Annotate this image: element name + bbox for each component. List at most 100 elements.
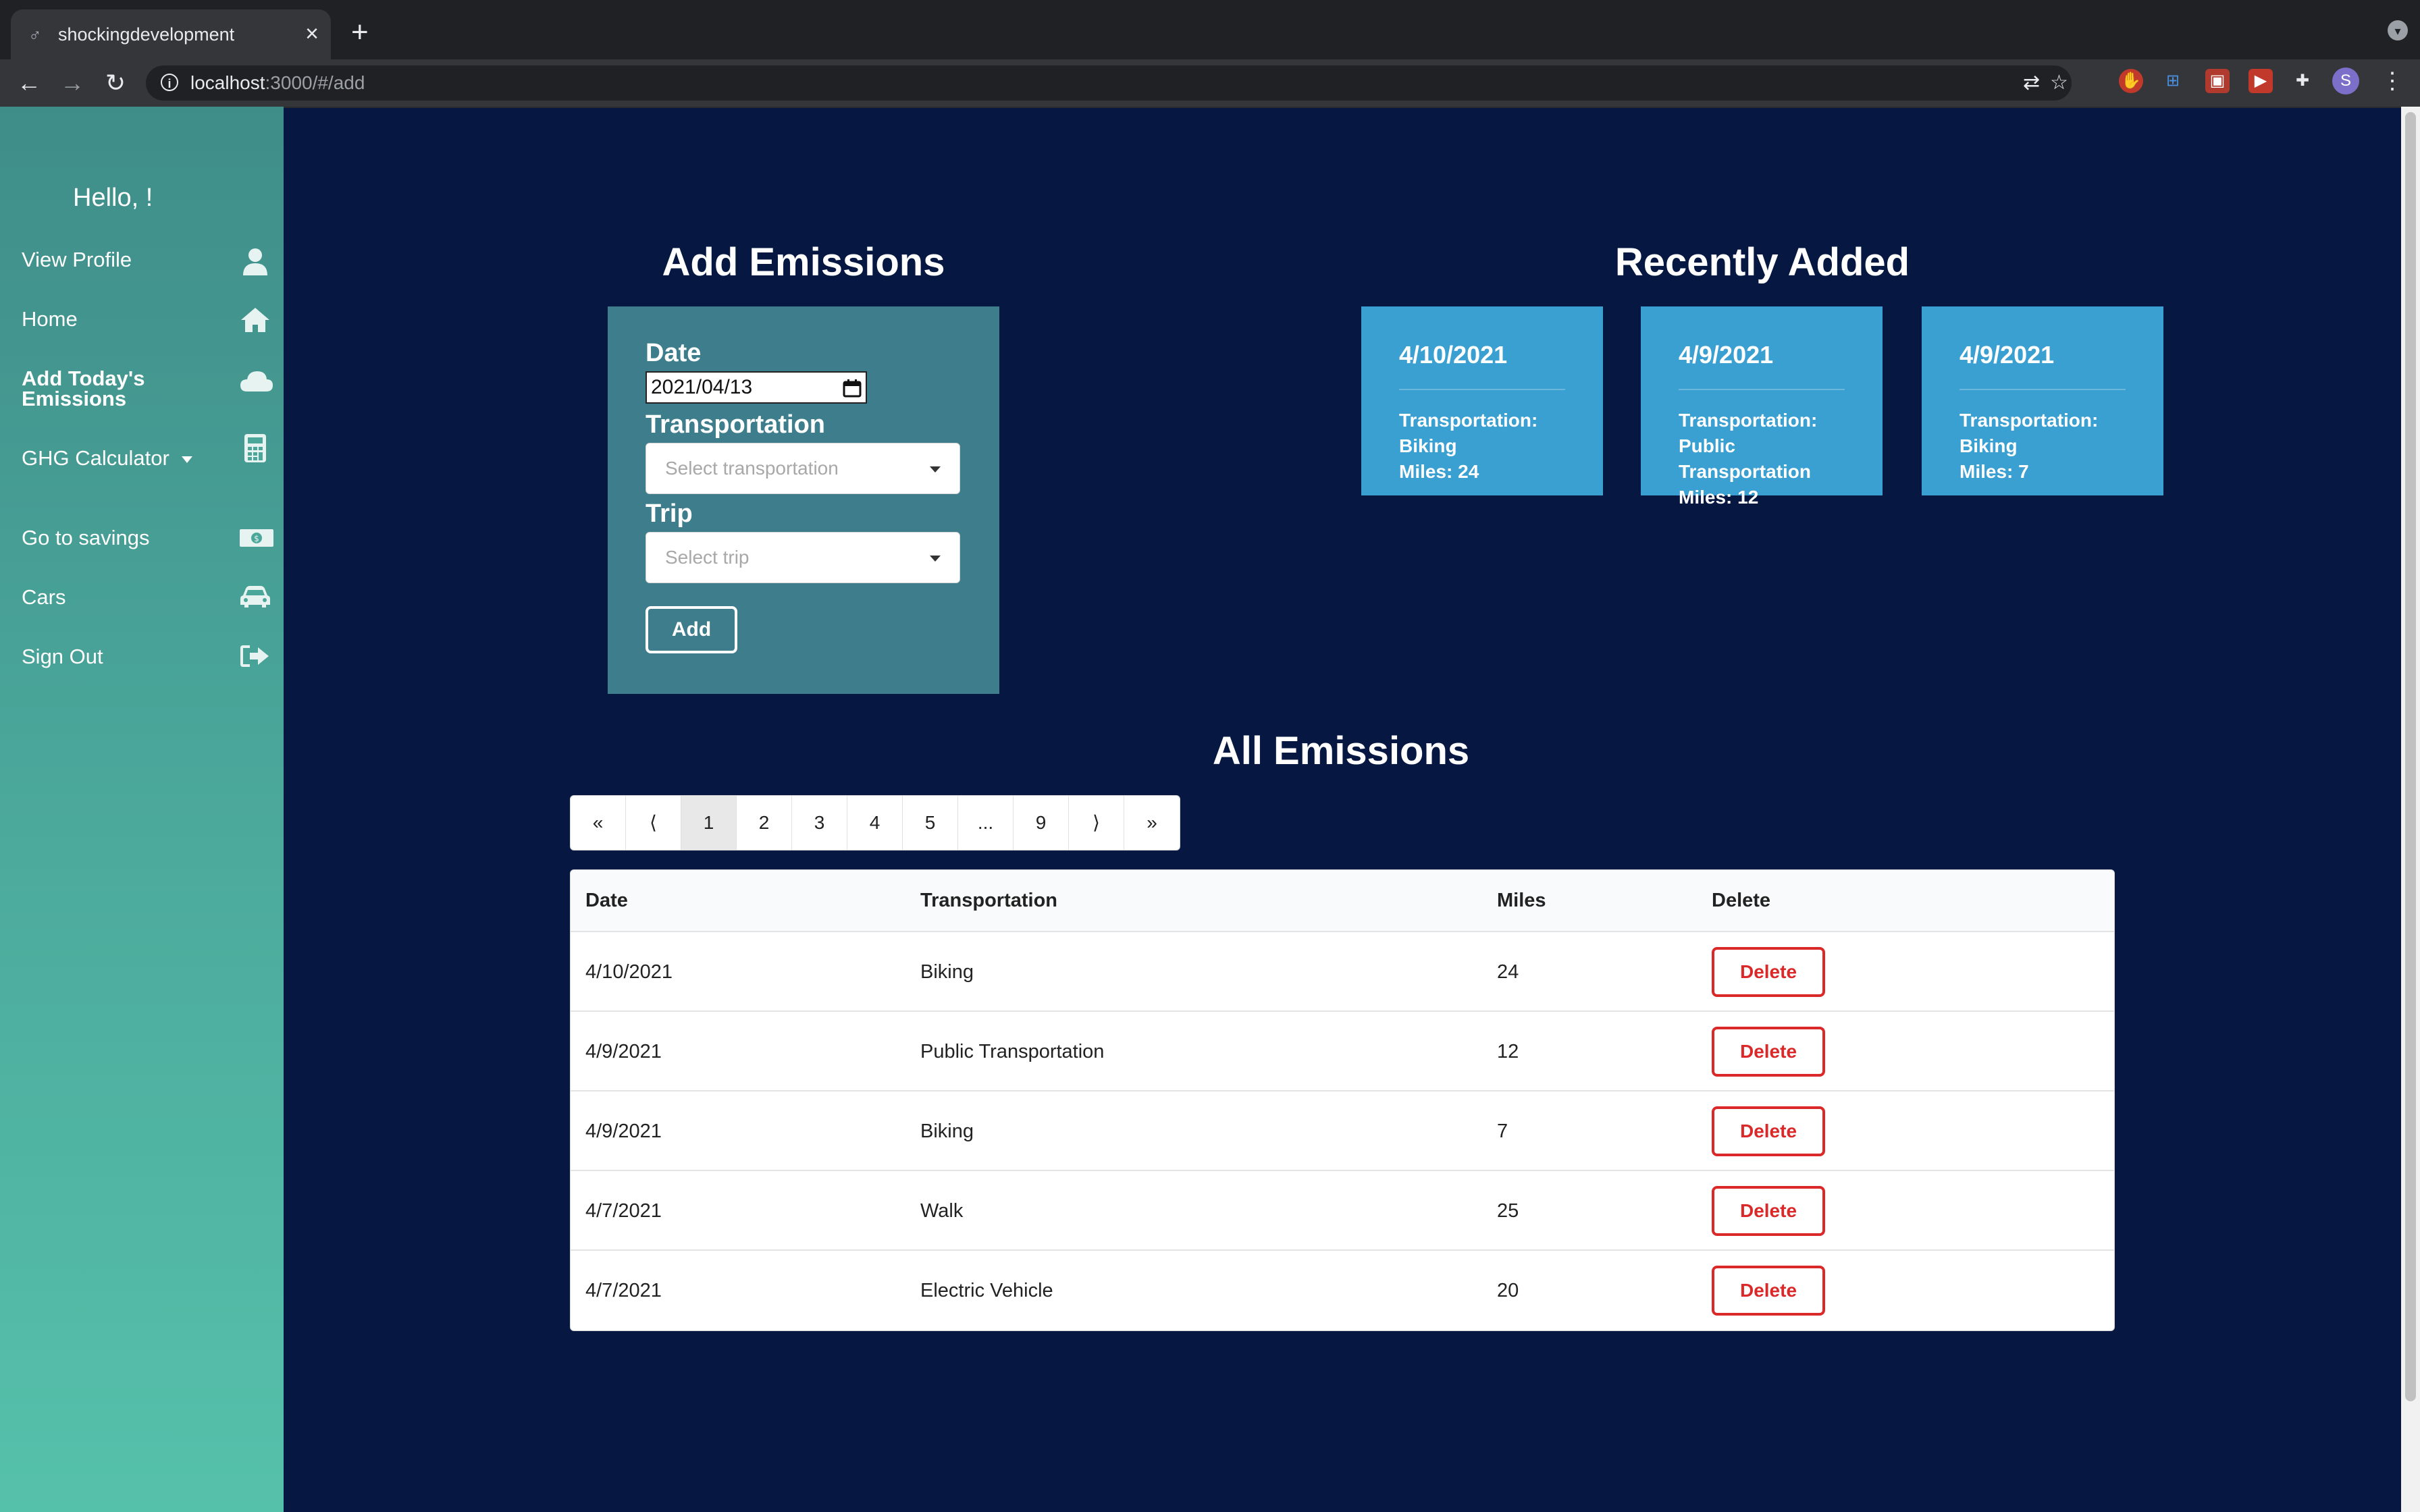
pagination-first[interactable]: «: [571, 796, 626, 850]
pagination-ellipsis: ...: [958, 796, 1014, 850]
url-text: localhost:3000/#/add: [190, 72, 365, 94]
pagination-page-2[interactable]: 2: [737, 796, 792, 850]
transportation-label: Transportation: [646, 410, 826, 439]
extension-photo-icon[interactable]: ▣: [2205, 69, 2230, 93]
row-miles: 7: [1497, 1120, 1508, 1142]
pagination-page-5[interactable]: 5: [903, 796, 958, 850]
delete-button[interactable]: Delete: [1712, 947, 1825, 997]
bookmark-star-icon[interactable]: ☆: [2050, 72, 2068, 94]
scrollbar-thumb[interactable]: [2405, 112, 2416, 1401]
all-emissions-heading: All Emissions: [1212, 729, 1470, 773]
delete-button[interactable]: Delete: [1712, 1186, 1825, 1236]
close-tab-icon[interactable]: ×: [305, 20, 319, 47]
pagination-last[interactable]: »: [1124, 796, 1180, 850]
date-value: 2021/04/13: [651, 376, 753, 398]
row-transportation: Biking: [920, 1120, 974, 1142]
column-header-transportation: Transportation: [920, 890, 1058, 911]
recent-card-body: Transportation: Biking Miles: 7: [1959, 408, 2128, 485]
recent-card-date: 4/9/2021: [1959, 341, 2055, 369]
extensions-puzzle-icon[interactable]: ✚: [2290, 69, 2315, 93]
recent-card-transportation-label: Transportation:: [1959, 410, 2099, 431]
trip-label: Trip: [646, 500, 693, 528]
sidebar-item-sign-out[interactable]: Sign Out: [22, 645, 271, 668]
divider: [1399, 389, 1565, 390]
page-scrollbar[interactable]: [2401, 107, 2420, 1512]
transportation-select[interactable]: Select transportation: [646, 443, 960, 494]
pagination-page-3[interactable]: 3: [792, 796, 847, 850]
profile-avatar[interactable]: S: [2332, 68, 2359, 94]
sidebar-item-label: Sign Out: [22, 645, 103, 668]
tab-search-icon[interactable]: ▾: [2388, 20, 2408, 40]
recent-card-miles: Miles: 24: [1399, 461, 1479, 482]
extension-adblock-icon[interactable]: ✋: [2119, 69, 2143, 93]
recent-card: 4/9/2021 Transportation: Public Transpor…: [1641, 306, 1883, 508]
svg-text:$: $: [254, 534, 259, 543]
pagination-next[interactable]: ⟩: [1069, 796, 1124, 850]
greeting: Hello, !: [73, 184, 153, 212]
row-miles: 20: [1497, 1280, 1519, 1301]
date-label: Date: [646, 339, 702, 367]
calendar-icon[interactable]: [843, 373, 862, 406]
recently-added-heading: Recently Added: [1614, 240, 1910, 284]
back-icon[interactable]: ←: [14, 68, 45, 99]
pagination-prev[interactable]: ⟨: [626, 796, 681, 850]
address-bar[interactable]: i localhost:3000/#/add ⇄ ☆: [146, 65, 2072, 101]
recent-card-date: 4/10/2021: [1399, 341, 1508, 369]
row-transportation: Biking: [920, 961, 974, 983]
recent-card-date: 4/9/2021: [1679, 341, 1774, 369]
recent-card: 4/9/2021 Transportation: Biking Miles: 7: [1922, 306, 2163, 495]
browser-menu-icon[interactable]: ⋮: [2381, 66, 2404, 96]
row-transportation: Walk: [920, 1200, 964, 1222]
chevron-down-icon: [930, 466, 941, 473]
recent-card-transportation: Biking: [1399, 435, 1457, 456]
date-input[interactable]: 2021/04/13: [646, 371, 867, 404]
pagination-page-1[interactable]: 1: [681, 796, 737, 850]
sidebar-item-add-emissions[interactable]: Add Today's Emissions: [22, 368, 273, 410]
divider: [1959, 389, 2126, 390]
url-host: localhost: [190, 72, 265, 93]
new-tab-button[interactable]: +: [351, 18, 369, 47]
sidebar-item-view-profile[interactable]: View Profile: [22, 248, 271, 275]
delete-button[interactable]: Delete: [1712, 1266, 1825, 1316]
sidebar-item-cars[interactable]: Cars: [22, 586, 271, 609]
table-row: 4/7/2021 Walk 25 Delete: [571, 1171, 2114, 1251]
pagination: « ⟨ 1 2 3 4 5 ... 9 ⟩ »: [570, 795, 1180, 850]
reload-icon[interactable]: ↻: [100, 68, 131, 99]
recent-card-transportation: Public Transportation: [1679, 435, 1812, 482]
column-header-miles: Miles: [1497, 890, 1546, 911]
recent-card: 4/10/2021 Transportation: Biking Miles: …: [1361, 306, 1603, 495]
delete-button[interactable]: Delete: [1712, 1027, 1825, 1077]
row-date: 4/7/2021: [585, 1280, 662, 1301]
table-header: Date Transportation Miles Delete: [571, 870, 2114, 932]
trip-placeholder: Select trip: [665, 547, 749, 568]
trip-select[interactable]: Select trip: [646, 532, 960, 583]
sign-out-icon: [239, 644, 271, 672]
row-transportation: Electric Vehicle: [920, 1280, 1053, 1301]
divider: [1679, 389, 1845, 390]
row-date: 4/9/2021: [585, 1041, 662, 1062]
pagination-page-4[interactable]: 4: [847, 796, 903, 850]
sidebar-item-label: Cars: [22, 585, 66, 609]
recent-card-transportation: Biking: [1959, 435, 2018, 456]
sidebar: Hello, ! View Profile Home Add Today's E…: [0, 107, 284, 1512]
add-button[interactable]: Add: [646, 606, 737, 653]
browser-tab[interactable]: ♂ shockingdevelopment ×: [11, 9, 331, 59]
money-icon: $: [239, 525, 273, 554]
cloud-icon: [239, 369, 273, 397]
tab-title: shockingdevelopment: [58, 24, 235, 45]
browser-toolbar: ← → ↻ i localhost:3000/#/add ⇄ ☆: [0, 59, 2420, 108]
extension-grid-icon[interactable]: ⊞: [2161, 69, 2185, 93]
row-date: 4/9/2021: [585, 1120, 662, 1142]
delete-button[interactable]: Delete: [1712, 1106, 1825, 1156]
forward-icon[interactable]: →: [57, 68, 88, 99]
translate-icon[interactable]: ⇄: [2023, 72, 2040, 94]
sidebar-item-home[interactable]: Home: [22, 308, 271, 332]
sidebar-item-savings[interactable]: Go to savings $: [22, 526, 273, 549]
extension-video-icon[interactable]: ▶: [2248, 69, 2273, 93]
sidebar-item-ghg-calculator[interactable]: GHG Calculator: [22, 434, 271, 470]
chevron-down-icon: [930, 556, 941, 562]
site-info-icon[interactable]: i: [161, 74, 178, 91]
pagination-page-9[interactable]: 9: [1014, 796, 1069, 850]
favicon-icon: ♂: [28, 25, 42, 45]
chevron-down-icon: [181, 456, 192, 463]
